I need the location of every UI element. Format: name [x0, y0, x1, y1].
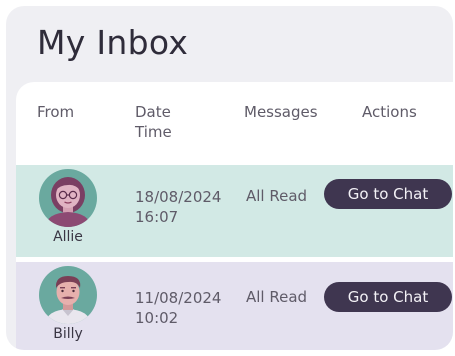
table-row: Billy 11/08/2024 10:02 All Read Go to Ch… [16, 262, 453, 350]
table-row: Allie 18/08/2024 16:07 All Read Go to Ch… [16, 165, 453, 257]
header-date-time: Date Time [135, 102, 172, 142]
man-avatar-icon [39, 266, 97, 324]
woman-avatar-icon [39, 169, 97, 227]
inbox-table: From Date Time Messages Actions Allie 18… [16, 82, 453, 350]
header-actions: Actions [362, 103, 417, 121]
header-messages: Messages [244, 103, 318, 121]
date: 18/08/2024 [135, 188, 222, 206]
date-time: 18/08/2024 16:07 [135, 187, 221, 227]
message-status: All Read [246, 187, 308, 205]
inbox-window: My Inbox From Date Time Messages Actions [6, 6, 453, 350]
time: 10:02 [135, 309, 179, 327]
page-title: My Inbox [37, 23, 189, 62]
header-date: Date [135, 103, 171, 121]
go-to-chat-button[interactable]: Go to Chat [324, 282, 452, 312]
sender-name: Billy [53, 326, 83, 342]
date-time: 11/08/2024 10:02 [135, 288, 221, 328]
header-from: From [37, 103, 75, 121]
time: 16:07 [135, 208, 179, 226]
sender: Billy [36, 266, 100, 350]
header-time: Time [135, 123, 172, 141]
date: 11/08/2024 [135, 289, 222, 307]
sender: Allie [36, 169, 100, 255]
go-to-chat-button[interactable]: Go to Chat [324, 179, 452, 209]
message-status: All Read [246, 288, 308, 306]
sender-name: Allie [53, 229, 83, 245]
